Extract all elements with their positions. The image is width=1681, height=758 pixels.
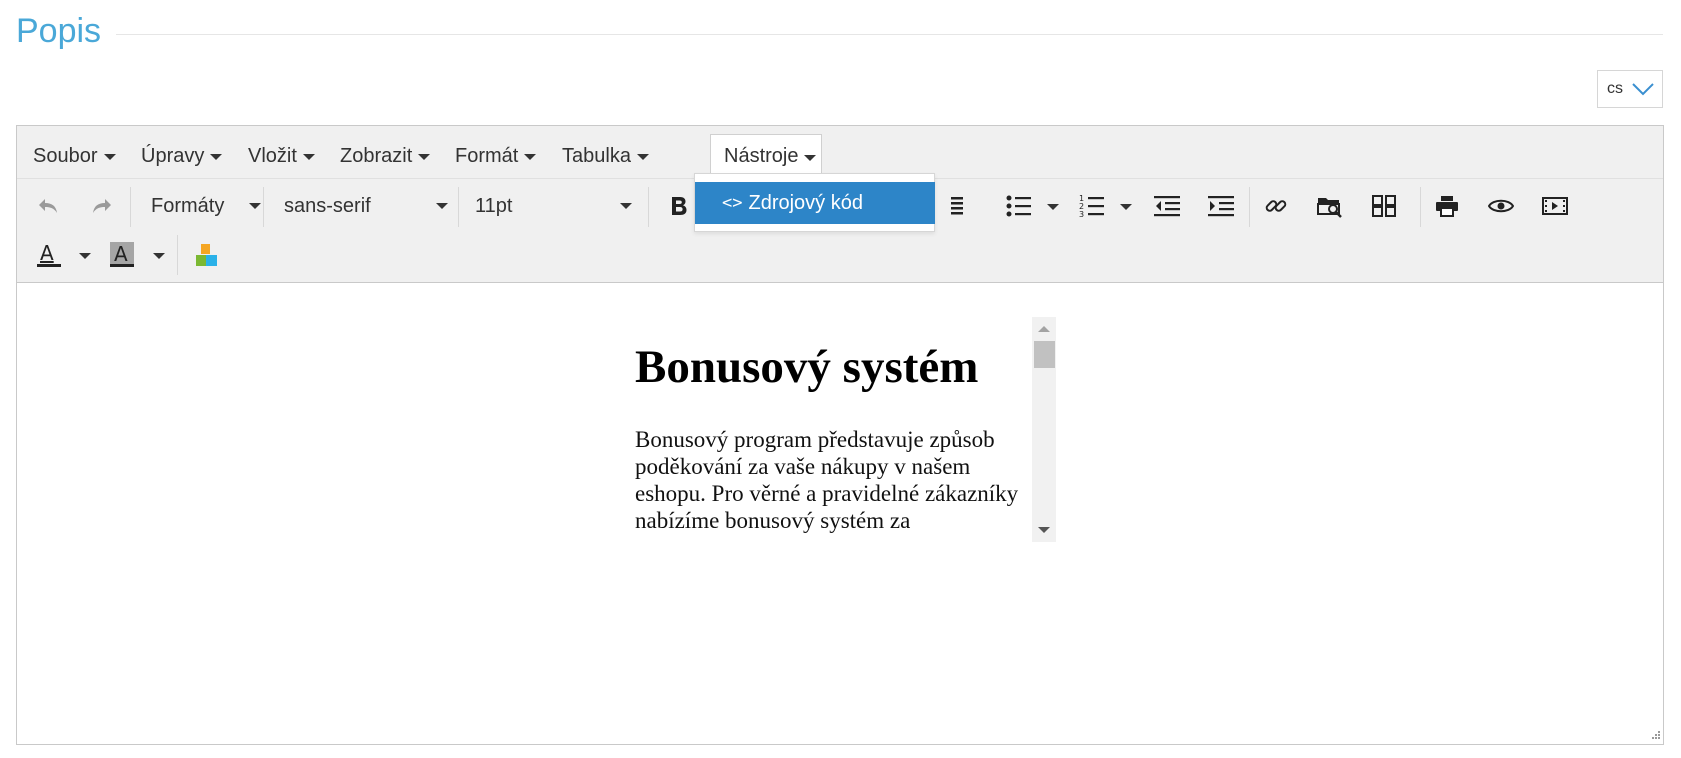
toolbar-separator (648, 187, 649, 227)
file-manager-button[interactable] (1313, 189, 1347, 223)
template-button[interactable] (1367, 189, 1401, 223)
scroll-thumb[interactable] (1034, 341, 1055, 368)
content-heading: Bonusový systém (635, 341, 979, 393)
background-color-button[interactable]: A (105, 238, 139, 272)
menu-label: Vložit (248, 144, 297, 167)
font-family-dropdown[interactable]: sans-serif (274, 189, 464, 223)
bold-icon (672, 197, 687, 215)
caret-down-icon (210, 154, 223, 160)
preview-button[interactable] (1484, 189, 1518, 223)
folder-search-icon (1317, 198, 1342, 218)
colored-blocks-icon (196, 244, 217, 266)
text-color-icon: A (37, 242, 61, 267)
source-code-menu-item[interactable]: <> Zdrojový kód (695, 182, 935, 224)
eye-icon (1488, 199, 1514, 213)
numbered-list-icon: 123 (1079, 194, 1104, 219)
outdent-icon (1154, 196, 1180, 217)
menu-format[interactable]: Formát (442, 134, 549, 178)
text-color-options-caret[interactable] (79, 253, 91, 259)
editor-menubar: Soubor Úpravy Vložit Zobrazit Formát Tab… (17, 126, 1663, 179)
formats-dropdown[interactable]: Formáty (141, 189, 269, 223)
caret-down-icon (249, 203, 261, 209)
media-button[interactable] (1538, 189, 1572, 223)
editor-content-area[interactable]: Bonusový systém Bonusový program předsta… (17, 284, 1663, 744)
resize-handle-icon[interactable] (1647, 728, 1661, 742)
align-justify-button[interactable] (947, 189, 967, 223)
svg-text:3: 3 (1079, 210, 1084, 219)
caret-down-icon (302, 154, 315, 160)
font-family-value: sans-serif (284, 194, 371, 217)
bullet-list-button[interactable] (1002, 189, 1036, 223)
menu-zobrazit[interactable]: Zobrazit (327, 134, 443, 178)
link-icon (1265, 200, 1287, 212)
menu-label: Tabulka (562, 144, 631, 167)
menu-soubor[interactable]: Soubor (20, 134, 129, 178)
tools-dropdown-menu: <> Zdrojový kód (694, 173, 935, 232)
section-title: Popis (16, 12, 102, 50)
numbered-list-button[interactable]: 123 (1075, 189, 1109, 223)
formats-label: Formáty (151, 194, 225, 217)
plugin-blocks-button[interactable] (189, 238, 223, 272)
indent-icon (1208, 196, 1234, 217)
embedded-content-frame: Bonusový systém Bonusový program předsta… (621, 310, 1051, 538)
svg-text:A: A (114, 242, 128, 266)
bullet-list-options-caret[interactable] (1047, 204, 1059, 210)
bullet-list-icon (1006, 195, 1031, 217)
scroll-down-arrow-icon[interactable] (1038, 527, 1050, 533)
content-paragraph: Bonusový program představuje způsob podě… (635, 427, 1019, 533)
toolbar-separator (458, 187, 459, 227)
link-button[interactable] (1259, 189, 1293, 223)
toolbar-separator (130, 187, 131, 227)
print-button[interactable] (1430, 189, 1464, 223)
background-color-options-caret[interactable] (153, 253, 165, 259)
section-divider (116, 34, 1663, 35)
undo-button[interactable] (31, 189, 65, 223)
caret-down-icon (620, 203, 632, 209)
background-color-icon: A (110, 242, 134, 267)
frame-scrollbar[interactable] (1032, 317, 1056, 542)
menu-label: Úpravy (141, 144, 205, 167)
bold-button[interactable] (662, 189, 696, 223)
menu-label: Formát (455, 144, 519, 167)
menu-tabulka[interactable]: Tabulka (549, 134, 662, 178)
caret-down-icon (436, 203, 448, 209)
toolbar-separator (1249, 187, 1250, 227)
media-film-icon (1542, 197, 1568, 215)
menu-nastroje[interactable]: Nástroje (710, 134, 822, 178)
toolbar-separator (177, 235, 178, 275)
code-icon: <> (722, 193, 743, 213)
menu-label: Soubor (33, 144, 98, 167)
font-size-value: 11pt (475, 194, 513, 217)
caret-down-icon (103, 154, 116, 160)
undo-icon (39, 199, 57, 213)
caret-down-icon (524, 154, 537, 160)
toolbar-separator (1420, 187, 1421, 227)
language-select[interactable]: cs (1597, 70, 1663, 108)
font-size-dropdown[interactable]: 11pt (469, 189, 645, 223)
svg-text:A: A (40, 242, 54, 265)
print-icon (1436, 196, 1458, 217)
toolbar-separator (263, 187, 264, 227)
outdent-button[interactable] (1150, 189, 1184, 223)
caret-down-icon (418, 154, 431, 160)
caret-down-icon (636, 154, 649, 160)
menu-upravy[interactable]: Úpravy (128, 134, 235, 178)
numbered-list-options-caret[interactable] (1120, 204, 1132, 210)
menu-label: Nástroje (724, 145, 799, 167)
indent-button[interactable] (1204, 189, 1238, 223)
source-code-label: Zdrojový kód (748, 191, 863, 214)
chevron-down-icon (1632, 83, 1654, 96)
redo-icon (93, 199, 111, 213)
align-justify-icon (951, 197, 963, 215)
menu-label: Zobrazit (340, 144, 413, 167)
menu-vlozit[interactable]: Vložit (235, 134, 328, 178)
template-icon (1372, 195, 1396, 217)
redo-button[interactable] (85, 189, 119, 223)
caret-down-icon (804, 154, 817, 161)
scroll-up-arrow-icon[interactable] (1038, 326, 1050, 332)
text-color-button[interactable]: A (32, 238, 66, 272)
language-select-value: cs (1607, 80, 1623, 97)
